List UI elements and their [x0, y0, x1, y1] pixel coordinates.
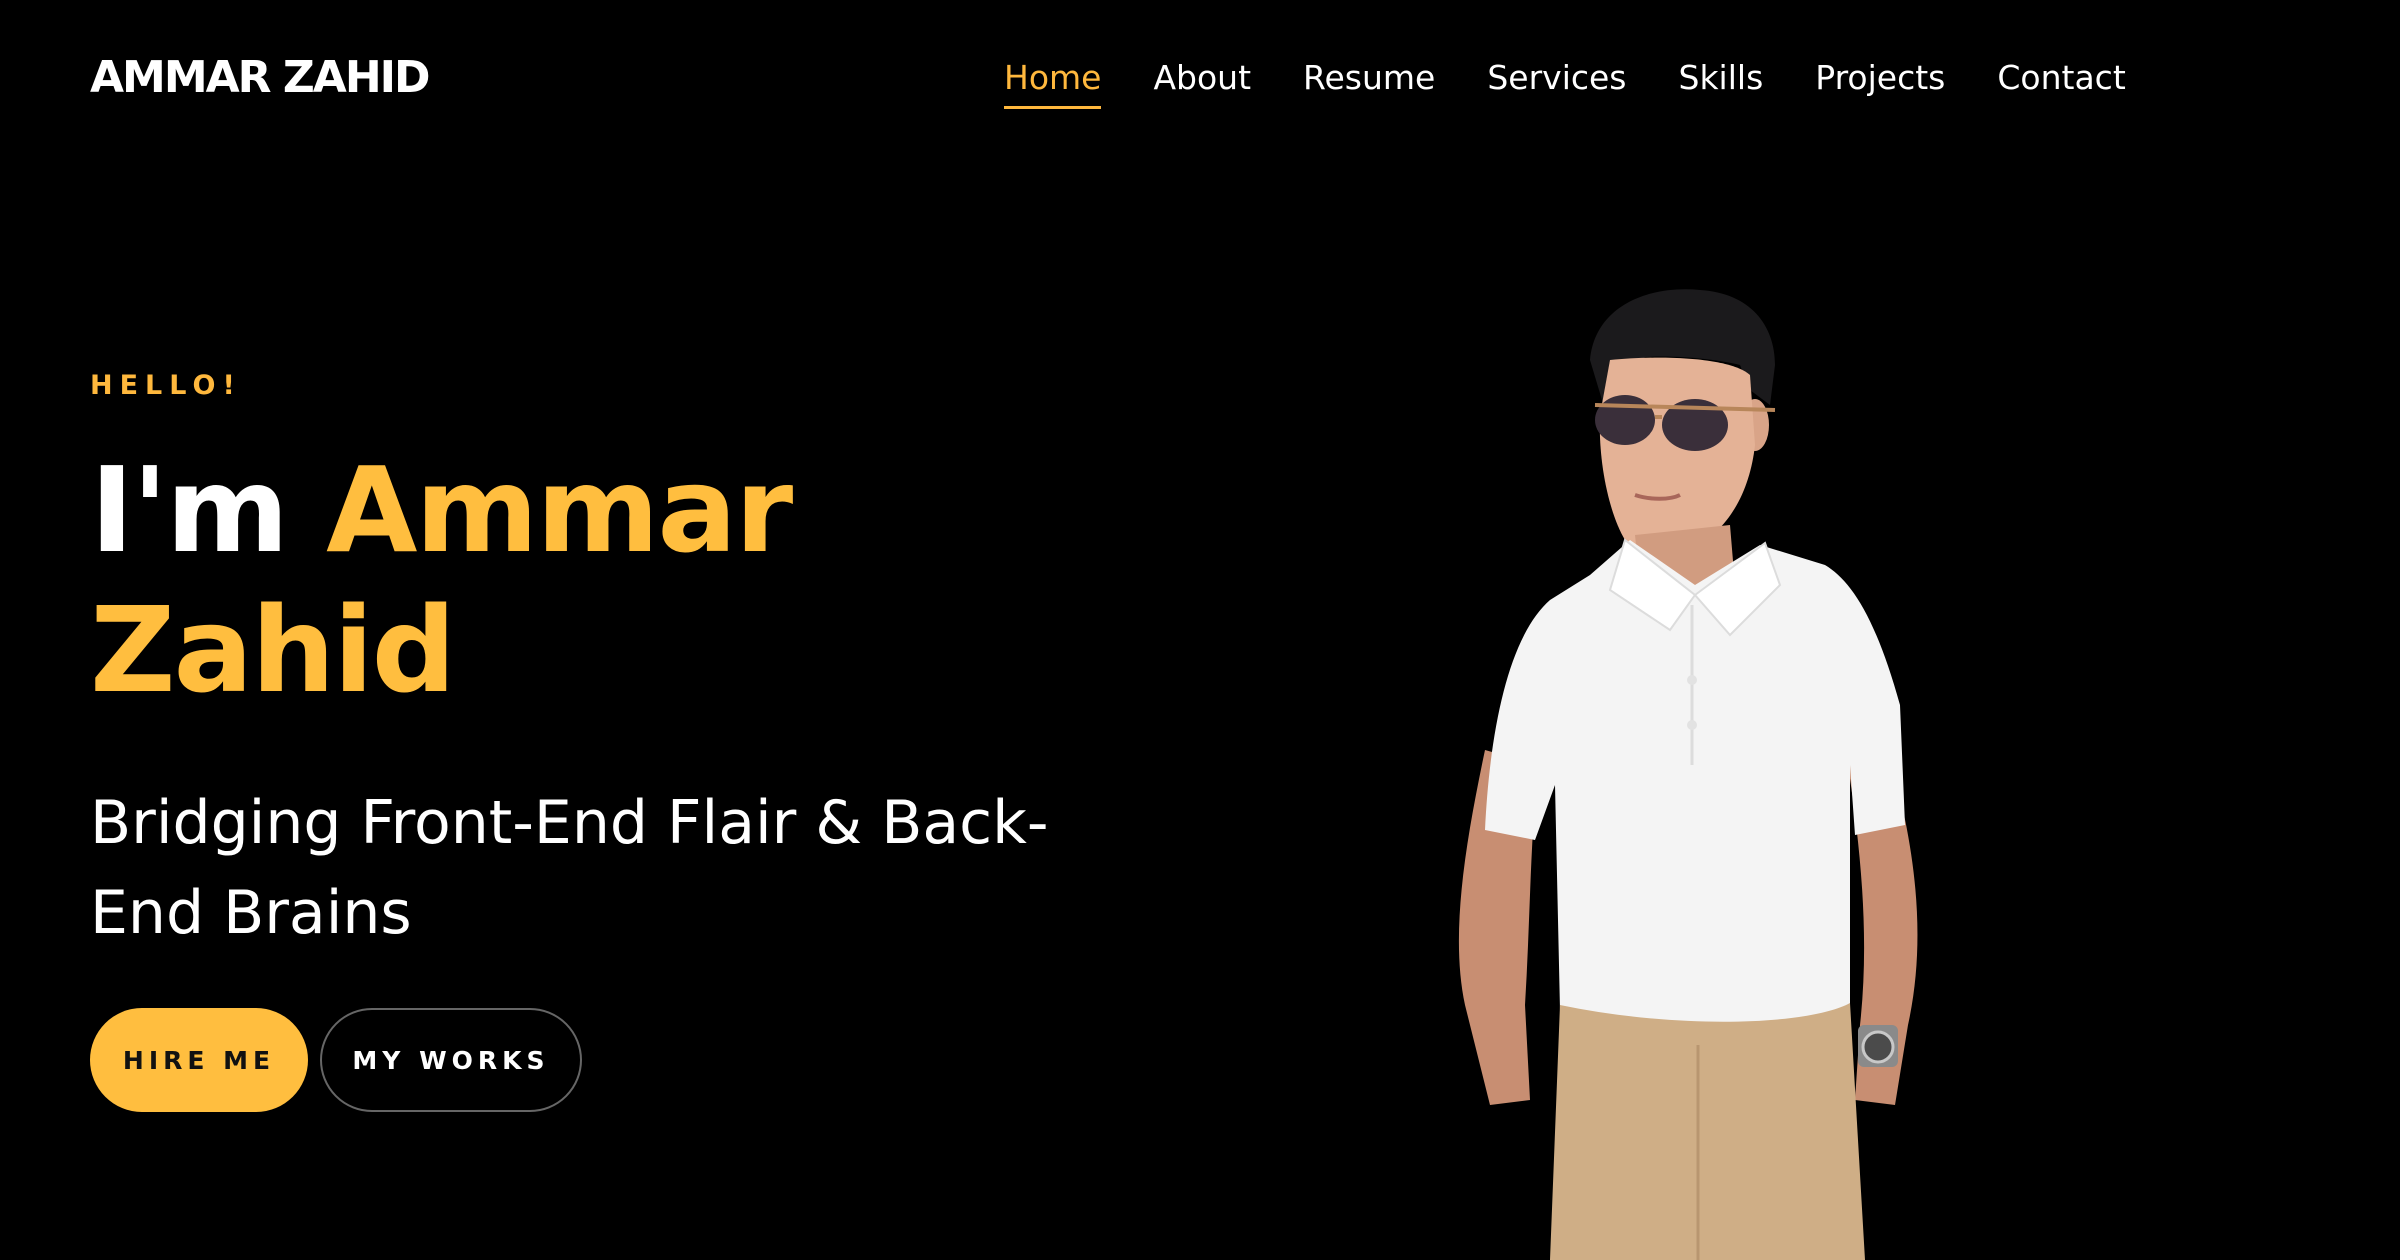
main-nav: Home About Resume Services Skills Projec… [1004, 58, 2126, 109]
nav-item-contact[interactable]: Contact [1997, 58, 2125, 109]
nav-item-services[interactable]: Services [1487, 58, 1626, 109]
site-logo[interactable]: AMMAR ZAHID [90, 52, 431, 103]
hero-headline: I'm Ammar Zahid [90, 440, 990, 720]
profile-portrait-image [1458, 289, 1918, 1260]
nav-item-skills[interactable]: Skills [1679, 58, 1764, 109]
hero-tagline: Bridging Front-End Flair & Back-End Brai… [90, 788, 1049, 948]
hero-greeting: HELLO! [90, 370, 242, 401]
nav-item-home[interactable]: Home [1004, 58, 1102, 109]
nav-item-resume[interactable]: Resume [1303, 58, 1435, 109]
site-header: AMMAR ZAHID Home About Resume Services S… [0, 0, 2400, 160]
hero-first-name: Ammar [326, 441, 793, 579]
hero-last-name: Zahid [90, 581, 456, 719]
nav-item-about[interactable]: About [1153, 58, 1251, 109]
hero-intro: I'm [90, 441, 289, 579]
my-works-button[interactable]: MY WORKS [320, 1008, 582, 1112]
hire-me-button[interactable]: HIRE ME [90, 1008, 308, 1112]
nav-item-projects[interactable]: Projects [1815, 58, 1945, 109]
